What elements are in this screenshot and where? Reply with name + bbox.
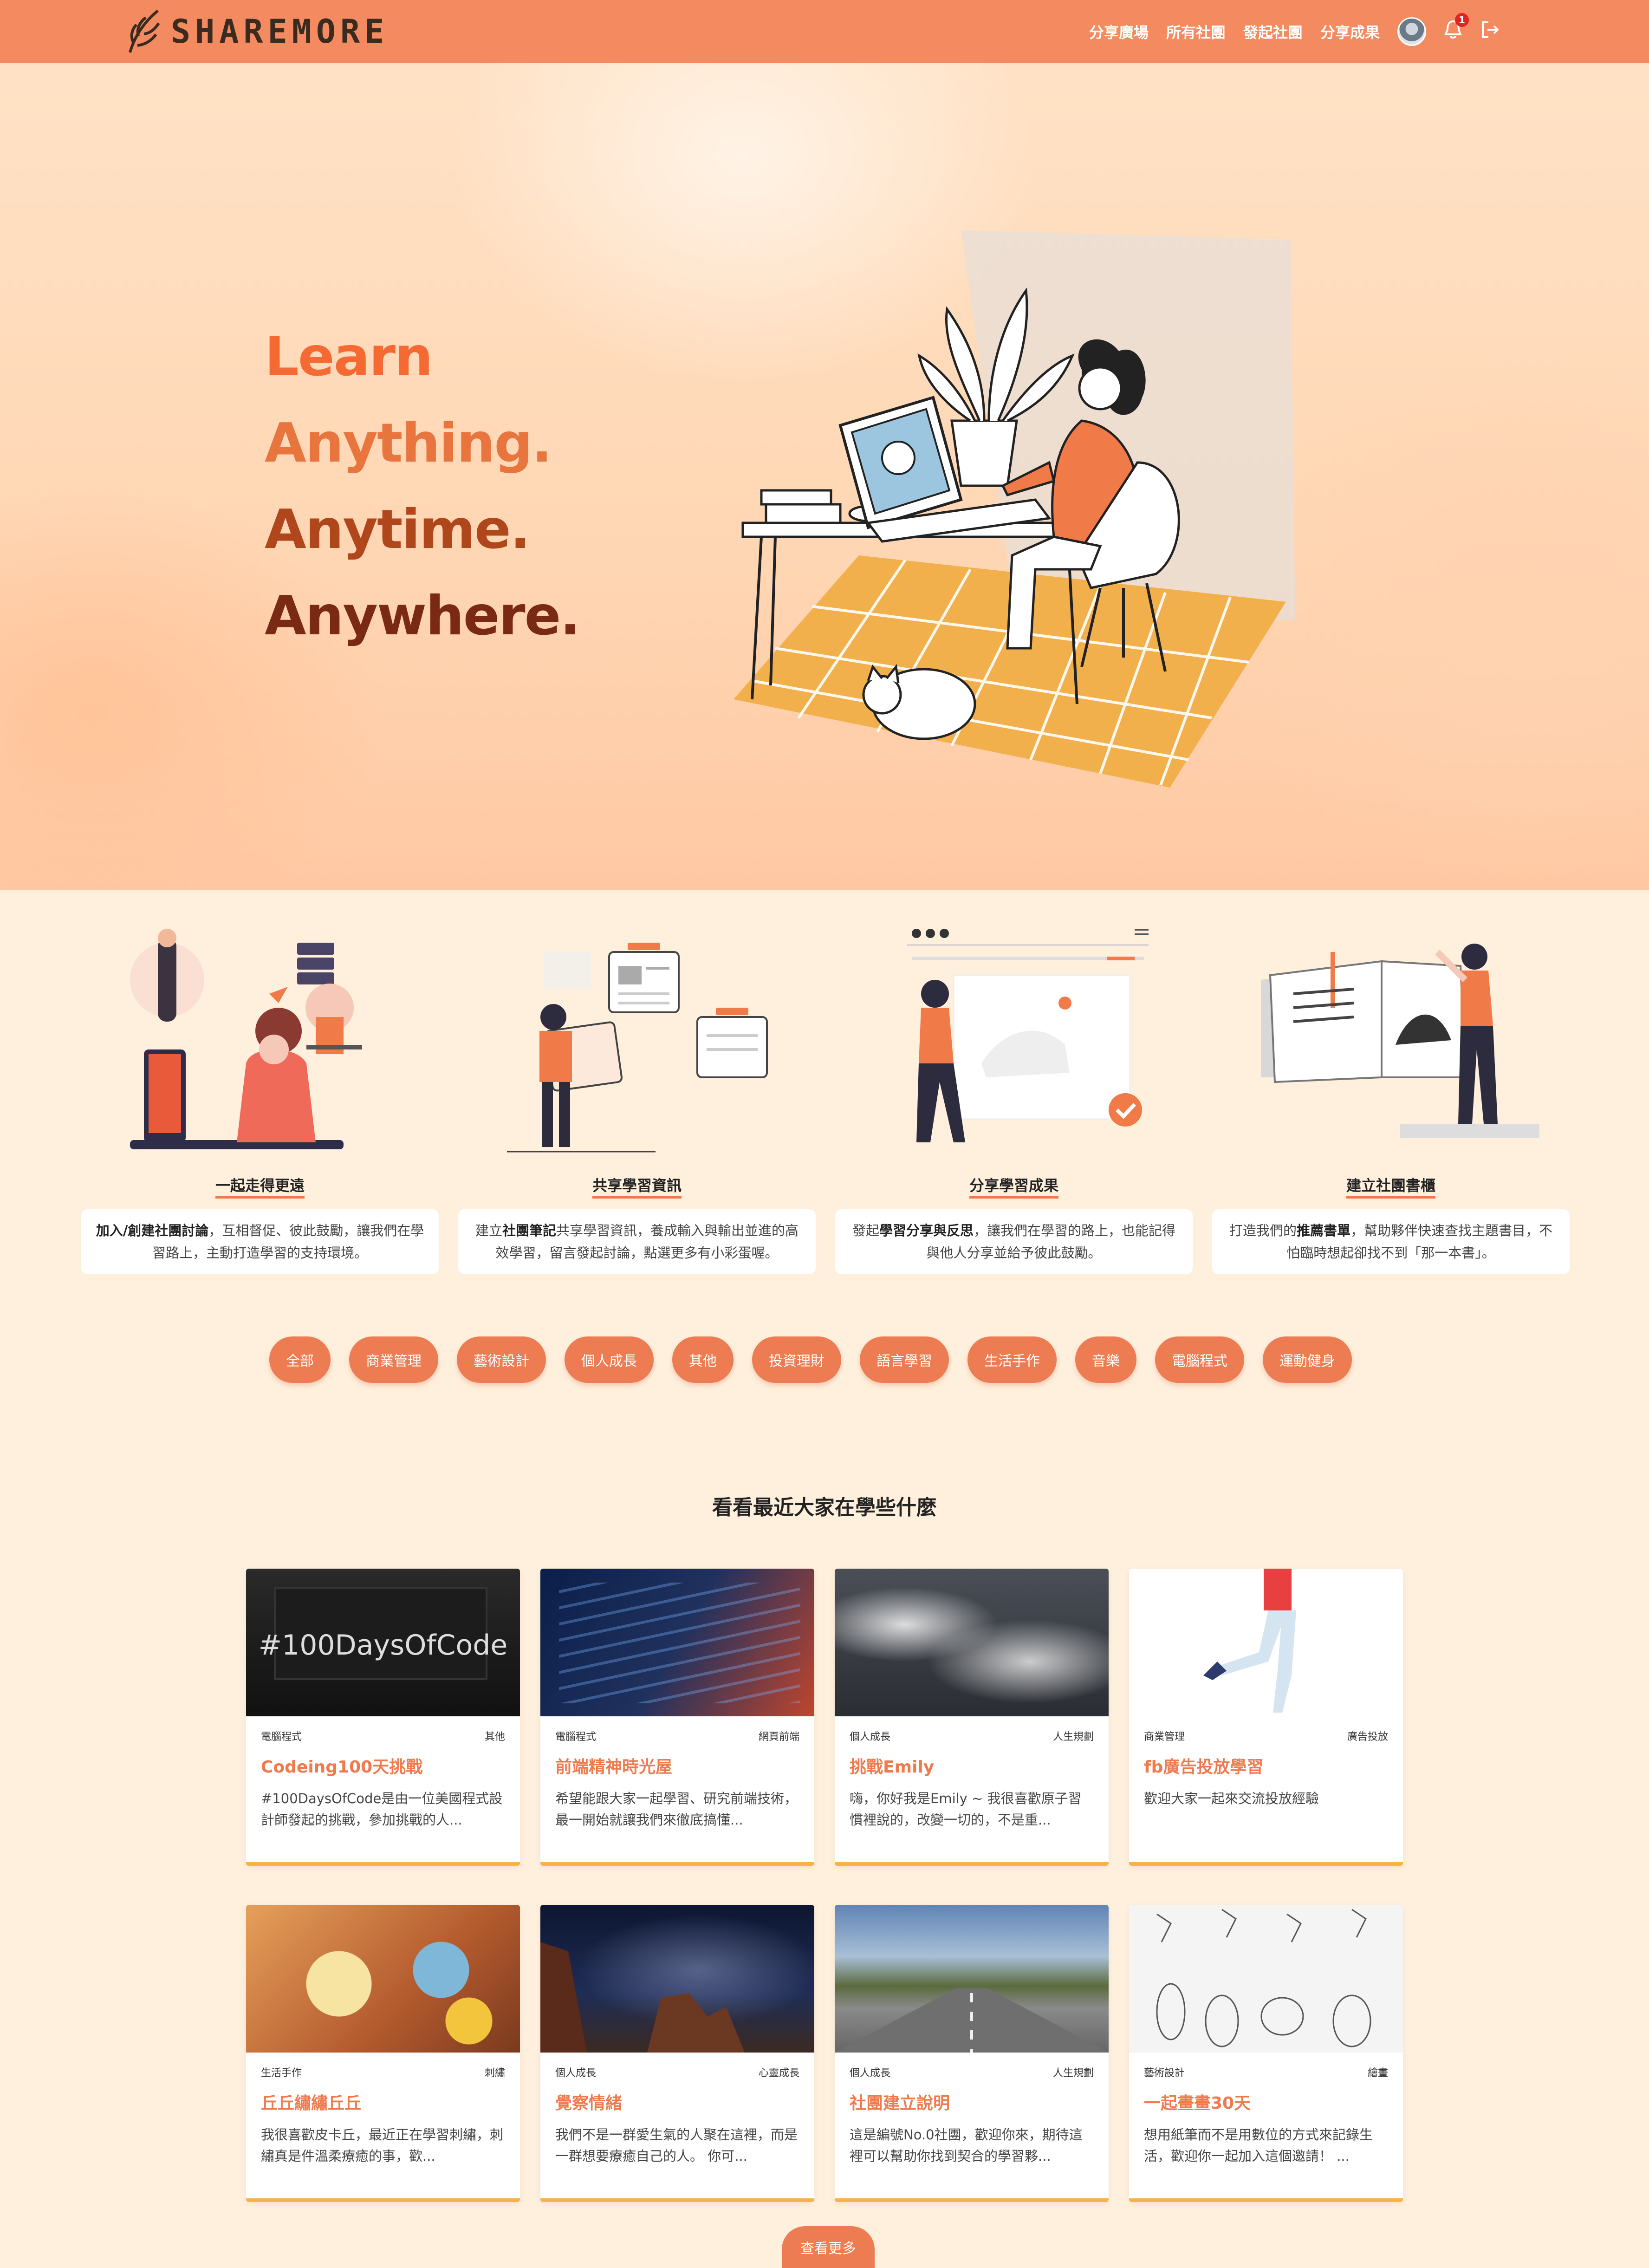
club-card[interactable]: 個人成長 心靈成長 覺察情緒 我們不是一群愛生氣的人聚在這裡，而是一群想要療癒自己… (540, 1905, 814, 2202)
hero-banner: Learn Anything. Anytime. Anywhere. (0, 63, 1649, 890)
feature-share-results: 分享學習成果 發起學習分享與反思，讓我們在學習的路上，也能記得與他人分享並給予彼… (835, 924, 1193, 1274)
hero-line-anything: Anything. (265, 412, 552, 475)
club-card[interactable]: 個人成長 人生規劃 社團建立說明 這是編號No.0社團，歡迎你來，期待這裡可以幫助… (835, 1905, 1109, 2202)
feature-card-share-results: 發起學習分享與反思，讓我們在學習的路上，也能記得與他人分享並給予彼此鼓勵。 (835, 1209, 1193, 1274)
club-card-title: 前端精神時光屋 (555, 1758, 673, 1777)
club-card-image (540, 1569, 814, 1716)
bookshelf-illustration (1261, 944, 1539, 1138)
hero-slogan: Learn Anything. Anytime. Anywhere. (265, 314, 580, 659)
bell-icon[interactable]: 1 (1444, 13, 1469, 44)
club-card-desc: 嗨，你好我是Emily ~ 我很喜歡原子習慣裡說的，改變一切的，不是重... (850, 1791, 1082, 1828)
club-card-subcategory: 人生規劃 (1052, 1731, 1094, 1743)
club-card[interactable]: 生活手作 刺繡 丘丘繡繡丘丘 我很喜歡皮卡丘，最近正在學習刺繡，刺繡真是件溫柔療癒… (246, 1905, 520, 2202)
recent-section-title: 看看最近大家在學些什麼 (712, 1496, 937, 1519)
club-card-desc: #100DaysOfCode是由一位美國程式設計師發起的挑戰，參加挑戰的人... (261, 1791, 503, 1828)
club-card-title: 覺察情緒 (555, 2094, 623, 2113)
feature-title-share-info: 共享學習資訊 (592, 1177, 682, 1199)
club-card-desc: 歡迎大家一起來交流投放經驗 (1144, 1791, 1319, 1806)
club-card-category: 電腦程式 (261, 1731, 302, 1743)
feature-title-share-results: 分享學習成果 (969, 1177, 1058, 1199)
club-card-image (835, 1905, 1109, 2053)
tag-handcraft[interactable]: 生活手作 (967, 1336, 1057, 1383)
nav-link-share-results[interactable]: 分享成果 (1320, 21, 1380, 42)
club-card-title: fb廣告投放學習 (1144, 1758, 1264, 1777)
tag-music[interactable]: 音樂 (1075, 1336, 1136, 1383)
feature-card-share-info: 建立社團筆記共享學習資訊，養成輸入與輸出並進的高效學習，留言發起討論，點選更多有… (458, 1209, 816, 1274)
club-card-subcategory: 繪畫 (1367, 2067, 1388, 2079)
club-card-subcategory: 刺繡 (484, 2067, 505, 2079)
share-results-illustration (907, 929, 1149, 1142)
club-card-subcategory: 網頁前端 (758, 1731, 799, 1743)
logout-icon[interactable] (1480, 20, 1500, 44)
club-card-image (1129, 1569, 1403, 1716)
nav-link-create-club[interactable]: 發起社團 (1243, 21, 1303, 42)
leaf-logo-icon (129, 9, 160, 53)
club-card[interactable]: 電腦程式 網頁前端 前端精神時光屋 希望能跟大家一起學習、研究前端技術，最一開始就… (540, 1569, 814, 1866)
club-card-title: Codeing100天挑戰 (261, 1758, 423, 1777)
hero-illustration (734, 230, 1295, 788)
hero-line-anywhere: Anywhere. (265, 585, 580, 647)
feature-title-club-bookshelf: 建立社團書櫃 (1346, 1177, 1435, 1199)
tag-language[interactable]: 語言學習 (860, 1336, 949, 1383)
club-card-title: 社團建立說明 (850, 2094, 950, 2113)
club-card-image (246, 1905, 520, 2053)
tag-sports[interactable]: 運動健身 (1263, 1336, 1352, 1383)
tag-personal-growth[interactable]: 個人成長 (565, 1336, 654, 1383)
club-card-category: 商業管理 (1144, 1731, 1185, 1743)
club-card-subcategory: 人生規劃 (1052, 2067, 1094, 2079)
tag-all[interactable]: 全部 (269, 1336, 331, 1383)
club-card-desc: 我很喜歡皮卡丘，最近正在學習刺繡，刺繡真是件溫柔療癒的事，歡... (261, 2127, 504, 2164)
club-card[interactable]: 個人成長 人生規劃 挑戰Emily 嗨，你好我是Emily ~ 我很喜歡原子習慣裡… (835, 1569, 1109, 1866)
user-avatar[interactable] (1397, 17, 1426, 46)
feature-card-go-further: 加入/創建社團討論，互相督促、彼此鼓勵，讓我們在學習路上，主動打造學習的支持環境… (81, 1209, 439, 1274)
hero-line-anytime: Anytime. (265, 498, 531, 561)
notification-badge: 1 (1455, 13, 1469, 27)
club-card-desc: 我們不是一群愛生氣的人聚在這裡，而是一群想要療癒自己的人。 你可... (555, 2127, 798, 2164)
club-card-title: 一起畫畫30天 (1144, 2094, 1251, 2113)
feature-club-bookshelf: 建立社團書櫃 打造我們的推薦書單，幫助夥伴快速查找主題書目，不怕臨時想起卻找不到… (1212, 924, 1570, 1274)
club-card-desc: 希望能跟大家一起學習、研究前端技術，最一開始就讓我們來徹底搞懂... (555, 1791, 798, 1828)
logo-text: SHAREMORE (171, 13, 389, 51)
nav-link-all-clubs[interactable]: 所有社團 (1166, 21, 1226, 42)
feature-card-club-bookshelf: 打造我們的推薦書單，幫助夥伴快速查找主題書目，不怕臨時想起卻找不到「那一本書」。 (1212, 1209, 1570, 1274)
top-navbar: SHAREMORE 分享廣場 所有社團 發起社團 分享成果 1 (0, 0, 1649, 63)
club-card-category: 電腦程式 (555, 1731, 597, 1743)
share-notes-illustration (507, 943, 768, 1153)
club-card[interactable]: #100DaysOfCode 電腦程式 其他 Codeing100天挑戰 #100… (246, 1569, 520, 1866)
nav-link-share-square[interactable]: 分享廣場 (1089, 21, 1149, 42)
club-card-image (1129, 1905, 1403, 2053)
club-card-image (540, 1905, 814, 2053)
club-card[interactable]: 商業管理 廣告投放 fb廣告投放學習 歡迎大家一起來交流投放經驗 (1129, 1569, 1403, 1866)
club-card-title: 丘丘繡繡丘丘 (261, 2094, 362, 2113)
feature-share-info: 共享學習資訊 建立社團筆記共享學習資訊，養成輸入與輸出並進的高效學習，留言發起討… (458, 924, 816, 1274)
club-card-image: #100DaysOfCode (246, 1569, 520, 1716)
feature-title-go-further: 一起走得更遠 (215, 1177, 305, 1199)
tag-other[interactable]: 其他 (672, 1336, 734, 1383)
tag-programming[interactable]: 電腦程式 (1155, 1336, 1244, 1383)
club-card-subcategory: 其他 (484, 1731, 505, 1743)
feature-go-further: 一起走得更遠 加入/創建社團討論，互相督促、彼此鼓勵，讓我們在學習路上，主動打造… (81, 924, 439, 1274)
club-card-title: 挑戰Emily (850, 1758, 935, 1777)
site-logo[interactable]: SHAREMORE (125, 8, 389, 55)
tag-art-design[interactable]: 藝術設計 (457, 1336, 546, 1383)
club-card-category: 個人成長 (555, 2067, 597, 2079)
club-card-subcategory: 心靈成長 (758, 2067, 799, 2079)
hero-line-learn: Learn (265, 326, 433, 388)
club-card-desc: 想用紙筆而不是用數位的方式來記錄生活，歡迎你一起加入這個邀請！ ... (1144, 2127, 1373, 2164)
club-card[interactable]: 藝術設計 繪畫 一起畫畫30天 想用紙筆而不是用數位的方式來記錄生活，歡迎你一起加… (1129, 1905, 1403, 2202)
club-card-category: 個人成長 (850, 1731, 891, 1743)
tag-investing[interactable]: 投資理財 (752, 1336, 841, 1383)
club-card-category: 個人成長 (850, 2067, 891, 2079)
club-card-subcategory: 廣告投放 (1347, 1731, 1388, 1743)
group-discussion-illustration (130, 929, 362, 1149)
club-card-desc: 這是編號No.0社團，歡迎你來，期待這裡可以幫助你找到契合的學習夥... (850, 2127, 1083, 2164)
see-more-button[interactable]: 查看更多 (782, 2226, 875, 2268)
tag-business[interactable]: 商業管理 (349, 1336, 438, 1383)
category-tags: 全部 商業管理 藝術設計 個人成長 其他 投資理財 語言學習 生活手作 音樂 電… (269, 1336, 1352, 1383)
features-section: 一起走得更遠 加入/創建社團討論，互相督促、彼此鼓勵，讓我們在學習路上，主動打造… (81, 924, 1570, 1296)
club-card-category: 生活手作 (261, 2067, 302, 2079)
club-card-category: 藝術設計 (1144, 2067, 1185, 2079)
club-card-image (835, 1569, 1109, 1716)
